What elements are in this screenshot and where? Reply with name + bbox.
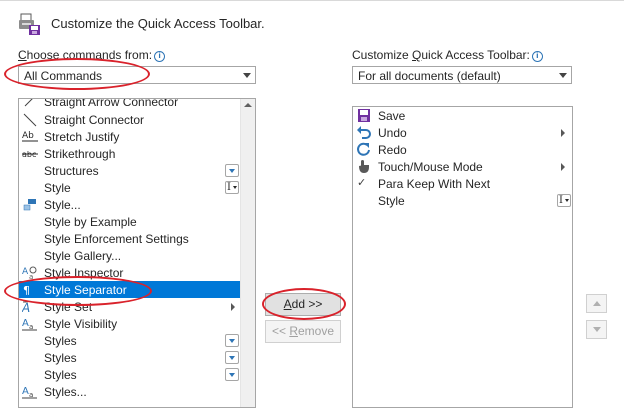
scroll-up-icon[interactable] — [244, 103, 252, 107]
dialog-section-title: Customize the Quick Access Toolbar. — [51, 16, 265, 31]
list-item[interactable]: Styles — [19, 332, 255, 349]
svg-text:A: A — [22, 318, 29, 329]
strikethrough-icon: abc — [22, 150, 38, 159]
svg-text:a: a — [29, 273, 33, 280]
checkmark-icon: ✓ — [357, 176, 367, 189]
style-separator-icon: ¶ — [23, 284, 30, 297]
add-button[interactable]: Add >> — [265, 293, 341, 316]
styles-dialog-icon: A a — [22, 386, 37, 399]
list-item[interactable]: A a Style Visibility — [19, 315, 255, 332]
move-up-button[interactable] — [586, 294, 607, 313]
quick-access-toolbar-icon — [19, 13, 40, 35]
available-commands-list[interactable]: Straight Arrow Connector Straight Connec… — [18, 98, 256, 408]
available-commands-scrollbar[interactable] — [240, 99, 255, 407]
remove-button[interactable]: << Remove — [265, 320, 341, 343]
chevron-down-icon — [243, 73, 251, 78]
svg-text:A: A — [22, 301, 30, 314]
toolbar-commands-list[interactable]: Save Undo Redo Touch/Mouse Mode ✓ Para K… — [352, 106, 573, 408]
submenu-arrow-icon — [231, 303, 235, 311]
list-item[interactable]: A a Styles... — [19, 383, 255, 400]
list-item[interactable]: ✓ Para Keep With Next — [353, 175, 572, 192]
svg-text:Ab: Ab — [22, 131, 34, 141]
list-item[interactable]: abc Strikethrough — [19, 145, 255, 162]
svg-text:¶: ¶ — [23, 284, 30, 297]
text-input-indicator-icon: I — [557, 194, 571, 207]
list-item[interactable]: Style I — [353, 192, 572, 209]
save-icon — [358, 109, 370, 122]
chevron-down-icon — [559, 73, 567, 78]
undo-icon — [357, 126, 371, 139]
list-item[interactable]: Ab Stretch Justify — [19, 128, 255, 145]
customize-toolbar-label: Customize Quick Access Toolbar: i — [352, 48, 543, 62]
dropdown-indicator-icon — [225, 164, 239, 177]
list-item-selected[interactable]: ¶ Style Separator — [19, 281, 255, 298]
submenu-arrow-icon — [561, 129, 565, 137]
list-item[interactable]: Style Gallery... — [19, 247, 255, 264]
svg-text:A: A — [22, 267, 29, 277]
style-dialog-icon — [23, 199, 36, 211]
customize-toolbar-value: For all documents (default) — [358, 69, 501, 83]
list-item[interactable]: Style... — [19, 196, 255, 213]
redo-icon — [357, 142, 370, 156]
list-item[interactable]: A Style Set — [19, 298, 255, 315]
text-input-indicator-icon: I — [225, 181, 239, 194]
triangle-up-icon — [593, 301, 601, 306]
info-icon[interactable]: i — [154, 51, 166, 62]
stretch-justify-icon: Ab — [22, 131, 38, 142]
choose-commands-label: Choose commands from: i — [18, 48, 166, 62]
choose-commands-dropdown[interactable]: All Commands — [18, 66, 256, 84]
list-item[interactable]: Straight Connector — [19, 111, 255, 128]
triangle-down-icon — [593, 327, 601, 332]
list-item[interactable]: Style by Example — [19, 213, 255, 230]
submenu-arrow-icon — [561, 163, 565, 171]
list-item[interactable]: Styles — [19, 349, 255, 366]
dropdown-indicator-icon — [225, 351, 239, 364]
list-item[interactable]: Undo — [353, 124, 572, 141]
list-item[interactable]: Save — [353, 107, 572, 124]
list-item[interactable]: Redo — [353, 141, 572, 158]
svg-text:A: A — [22, 386, 29, 397]
straight-line-icon — [23, 113, 37, 127]
choose-commands-value: All Commands — [24, 69, 103, 83]
move-down-button[interactable] — [586, 320, 607, 339]
list-item[interactable]: A a Style Inspector — [19, 264, 255, 281]
arrow-connector-icon — [24, 99, 33, 107]
style-inspector-icon: A a — [22, 266, 37, 280]
list-item[interactable]: Structures — [19, 162, 255, 179]
info-icon[interactable]: i — [531, 51, 543, 62]
list-item[interactable]: Styles — [19, 366, 255, 383]
list-item[interactable]: Touch/Mouse Mode — [353, 158, 572, 175]
customize-toolbar-dropdown[interactable]: For all documents (default) — [352, 66, 572, 84]
dropdown-indicator-icon — [225, 368, 239, 381]
touch-mouse-icon — [359, 160, 369, 173]
style-set-icon: A — [22, 301, 30, 314]
list-item[interactable]: Straight Arrow Connector — [19, 99, 255, 110]
dropdown-indicator-icon — [225, 334, 239, 347]
top-divider — [0, 0, 624, 1]
list-item[interactable]: Style I — [19, 179, 255, 196]
style-visibility-icon: A a — [22, 318, 37, 331]
list-item[interactable]: Style Enforcement Settings — [19, 230, 255, 247]
